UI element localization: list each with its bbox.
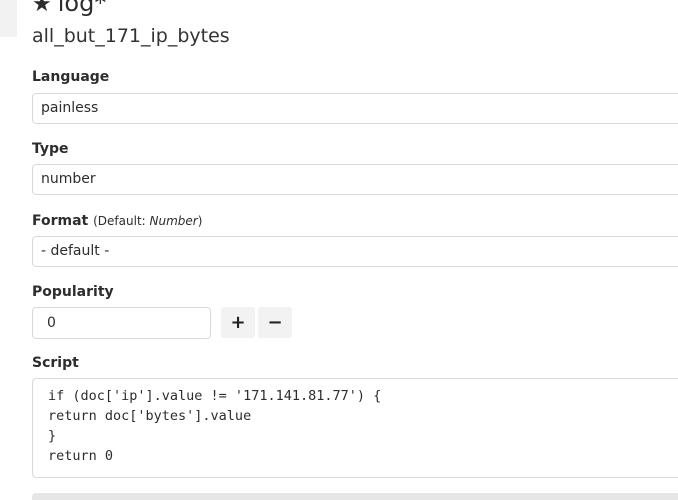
language-label: Language	[32, 69, 110, 85]
type-label: Type	[32, 141, 69, 157]
script-line: if (doc['ip'].value != '171.141.81.77') …	[48, 388, 382, 404]
plus-icon: +	[230, 312, 246, 333]
format-default-hint: (Default: Number)	[93, 214, 203, 228]
popularity-increment-button[interactable]: +	[221, 307, 255, 338]
script-line: }	[48, 428, 57, 444]
format-label: Format (Default: Number)	[32, 212, 202, 230]
script-line: return 0	[48, 448, 114, 464]
script-line: return doc['bytes'].value	[48, 408, 252, 424]
star-icon[interactable]: ★	[32, 0, 52, 17]
language-field[interactable]: painless	[32, 93, 678, 124]
type-field[interactable]: number	[32, 164, 678, 195]
index-pattern-name: log*	[57, 0, 107, 17]
format-select[interactable]: - default -	[32, 236, 678, 267]
format-default-value: Number	[149, 214, 198, 228]
next-section-bar	[32, 493, 678, 500]
format-label-text: Format	[32, 213, 89, 229]
popularity-label: Popularity	[32, 284, 114, 300]
field-name: all_but_171_ip_bytes	[32, 25, 230, 47]
minus-icon: −	[267, 312, 283, 333]
popularity-input[interactable]: 0	[32, 307, 211, 339]
script-label: Script	[32, 355, 79, 371]
index-pattern-title: ★ log*	[32, 0, 106, 20]
popularity-decrement-button[interactable]: −	[258, 307, 292, 338]
sidebar-edge	[0, 0, 17, 37]
script-editor[interactable]: if (doc['ip'].value != '171.141.81.77') …	[32, 378, 678, 478]
